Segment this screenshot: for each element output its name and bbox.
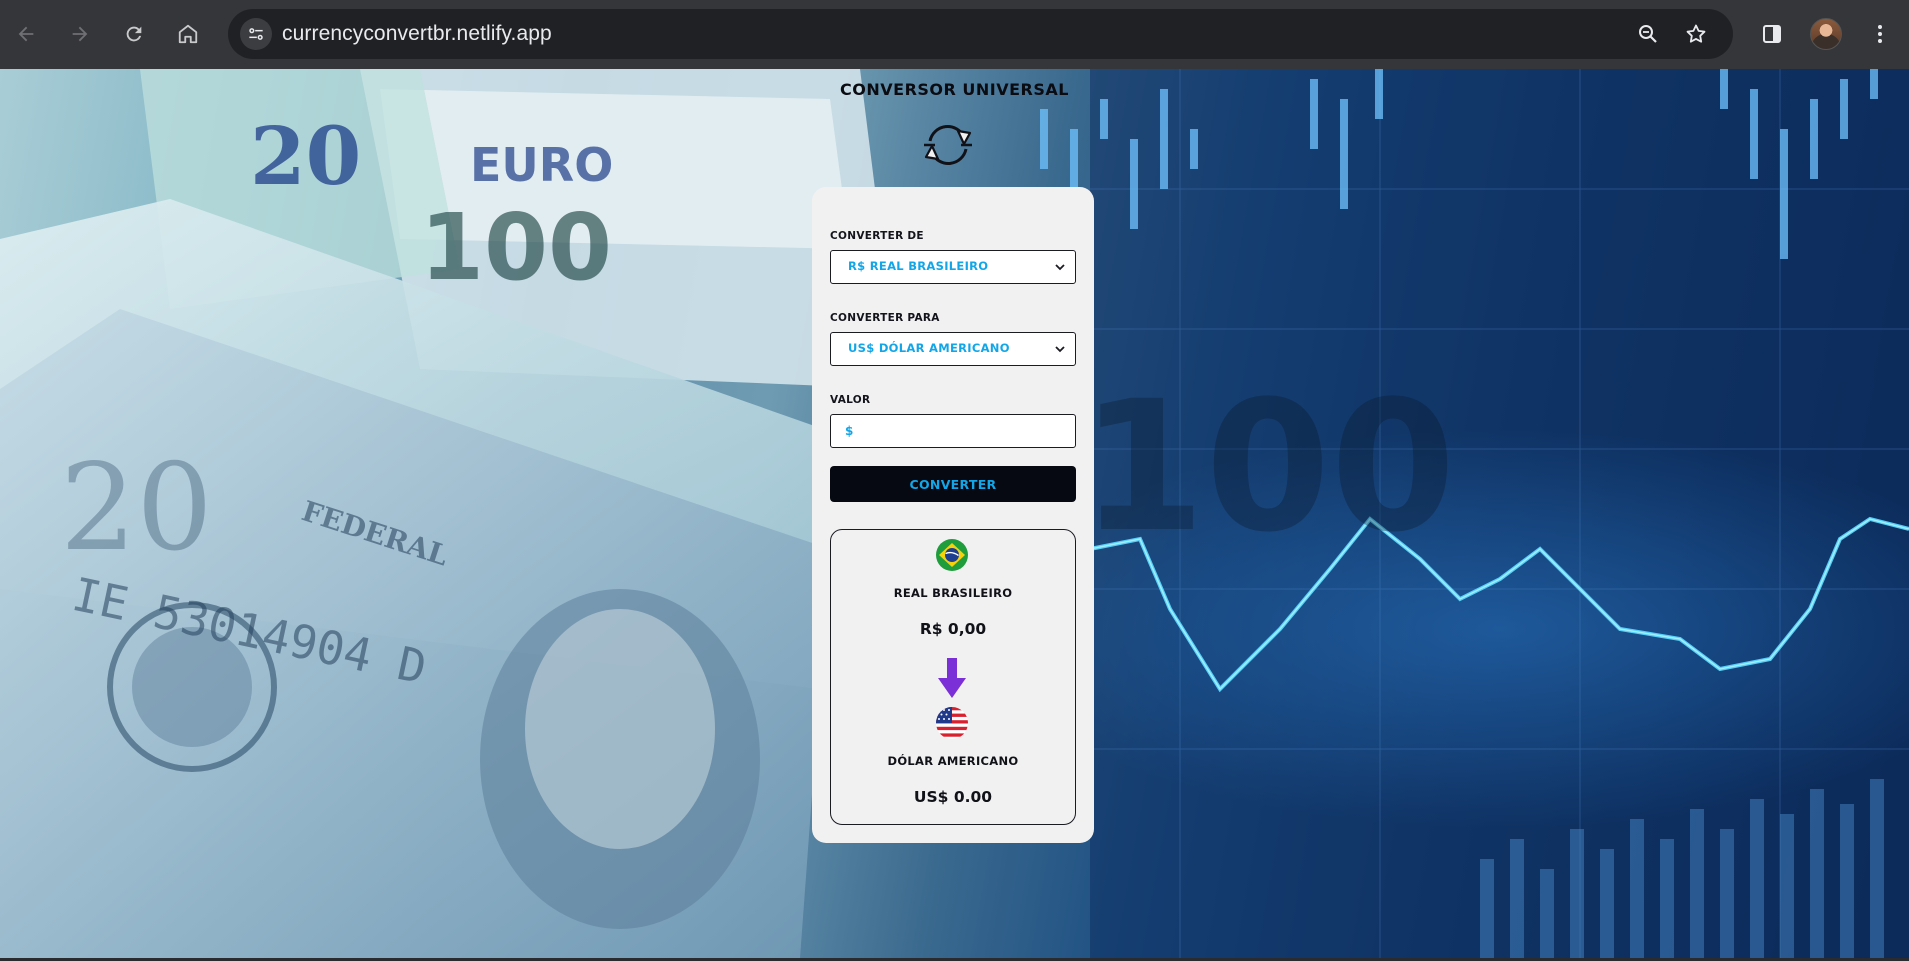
svg-text:100: 100 <box>1080 363 1456 572</box>
currency-swap-icon <box>924 125 972 165</box>
svg-text:20: 20 <box>60 439 213 578</box>
from-currency-label: CONVERTER DE <box>830 230 924 242</box>
site-settings-icon[interactable] <box>240 18 272 50</box>
more-menu-icon[interactable] <box>1862 16 1898 52</box>
app-title: CONVERSOR UNIVERSAL <box>840 80 1069 99</box>
chevron-down-icon <box>1055 264 1065 271</box>
zoom-icon[interactable] <box>1635 21 1661 47</box>
svg-text:100: 100 <box>420 194 612 301</box>
svg-text:20: 20 <box>250 109 361 203</box>
back-arrow-icon[interactable] <box>8 16 44 52</box>
converter-card: CONVERTER DE R$ REAL BRASILEIRO CONVERTE… <box>812 187 1094 843</box>
result-box: REAL BRASILEIRO R$ 0,00 DÓLAR AMERICANO … <box>830 529 1076 825</box>
to-amount: US$ 0.00 <box>913 788 993 806</box>
value-input-wrapper[interactable] <box>830 414 1076 448</box>
chevron-down-icon <box>1055 346 1065 353</box>
value-label: VALOR <box>830 394 871 406</box>
to-currency-selected[interactable]: US$ DÓLAR AMERICANO <box>848 341 1010 355</box>
address-bar[interactable]: currencyconvertbr.netlify.app <box>228 9 1733 59</box>
to-currency-name: DÓLAR AMERICANO <box>887 754 1019 768</box>
to-currency-select[interactable]: US$ DÓLAR AMERICANO <box>830 332 1076 366</box>
usa-flag-icon <box>936 707 968 739</box>
value-input[interactable] <box>831 415 1075 447</box>
svg-text:EURO: EURO <box>470 138 613 192</box>
from-amount: R$ 0,00 <box>919 620 987 638</box>
brazil-flag-icon <box>936 539 968 571</box>
from-currency-name: REAL BRASILEIRO <box>893 586 1013 600</box>
home-icon[interactable] <box>170 16 206 52</box>
convert-button[interactable]: CONVERTER <box>830 466 1076 502</box>
browser-toolbar: currencyconvertbr.netlify.app <box>0 0 1909 69</box>
from-currency-selected[interactable]: R$ REAL BRASILEIRO <box>848 259 988 273</box>
to-currency-label: CONVERTER PARA <box>830 312 940 324</box>
url-text[interactable]: currencyconvertbr.netlify.app <box>282 22 552 46</box>
profile-avatar[interactable] <box>1808 16 1844 52</box>
reload-icon[interactable] <box>116 16 152 52</box>
down-arrow-icon <box>938 658 966 698</box>
side-panel-icon[interactable] <box>1754 16 1790 52</box>
bookmark-star-icon[interactable] <box>1683 21 1709 47</box>
forward-arrow-icon[interactable] <box>62 16 98 52</box>
from-currency-select[interactable]: R$ REAL BRASILEIRO <box>830 250 1076 284</box>
